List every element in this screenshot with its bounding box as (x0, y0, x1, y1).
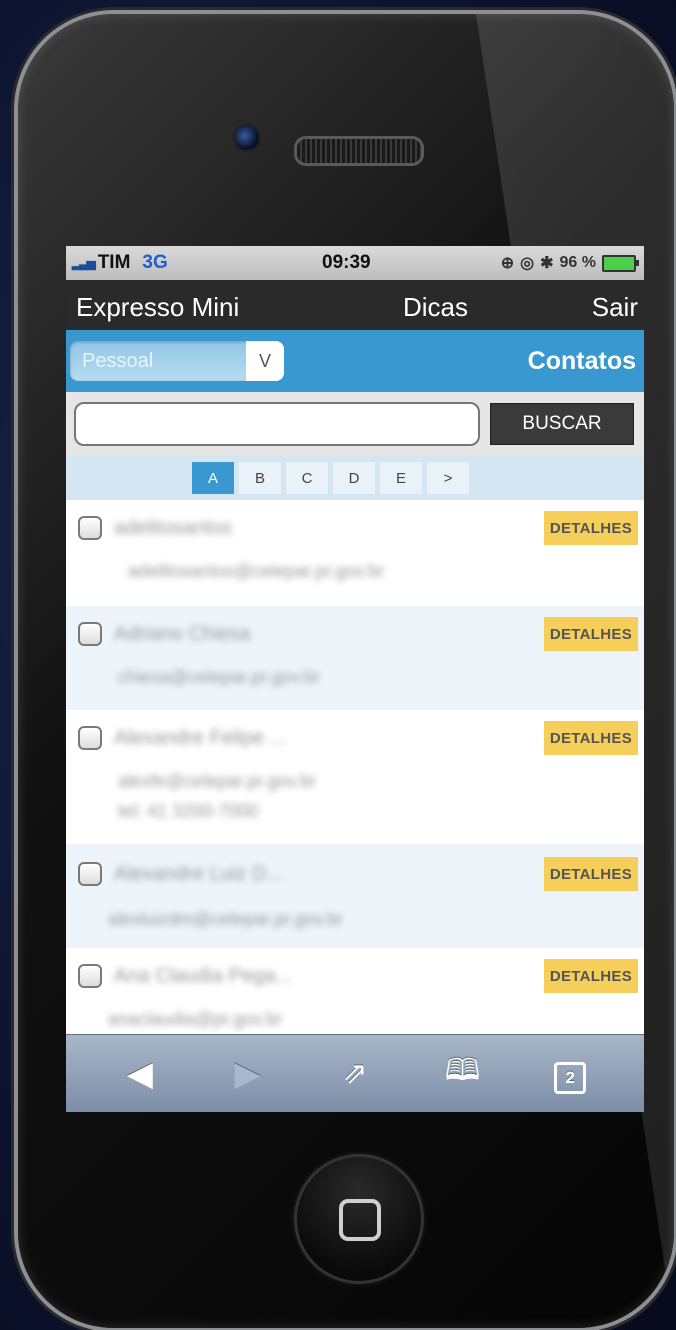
clock: 09:39 (322, 252, 371, 273)
bookmarks-icon[interactable]: 🕮 (433, 1048, 493, 1099)
contact-row: Alexandre Luiz D... DETALHES alexluizdm@… (66, 844, 644, 948)
contact-row: adelitosantos DETALHES adelitosantos@cel… (66, 500, 644, 606)
letter-tab-c[interactable]: C (286, 462, 328, 494)
alarm-icon: ◎ (520, 255, 535, 272)
contact-name: Alexandre Luiz D... (114, 862, 283, 885)
earpiece-speaker (294, 136, 424, 166)
tabs-count: 2 (554, 1062, 587, 1094)
back-arrow-icon[interactable]: ◀ (110, 1054, 170, 1094)
search-input[interactable] (74, 402, 480, 446)
bluetooth-icon: ✱ (540, 255, 554, 272)
contact-name: adelitosantos (114, 516, 232, 539)
contact-email: anaclaudia@pr.gov.br (108, 1009, 283, 1029)
section-title: Contatos (527, 346, 636, 375)
details-button[interactable]: DETALHES (543, 721, 638, 755)
details-button[interactable]: DETALHES (543, 617, 638, 651)
browser-toolbar: ◀ ▶ ⇗ 🕮 2 (66, 1034, 644, 1112)
catalog-select-value: Pessoal (82, 349, 154, 372)
letter-tab-next[interactable]: > (427, 462, 469, 494)
network-label: 3G (142, 252, 168, 273)
letter-tab-e[interactable]: E (380, 462, 422, 494)
contact-checkbox[interactable] (78, 862, 102, 886)
catalog-select[interactable]: Pessoal V (70, 341, 284, 381)
tips-link[interactable]: Dicas (403, 288, 468, 323)
status-bar: ▂▃▅ TIM 3G 09:39 ⊕ ◎ ✱ 96 % (66, 246, 644, 280)
letter-tab-b[interactable]: B (239, 462, 281, 494)
app-title[interactable]: Expresso Mini (76, 288, 239, 323)
contact-list: adelitosantos DETALHES adelitosantos@cel… (66, 500, 644, 1038)
contact-row: Adriano Chiesa DETALHES chiesa@celepar.p… (66, 606, 644, 710)
battery-icon (602, 254, 639, 272)
contact-name: Alexandre Felipe ... (114, 726, 287, 749)
search-bar: BUSCAR (66, 392, 644, 456)
tabs-icon[interactable]: 2 (540, 1053, 600, 1094)
home-square-icon (339, 1199, 381, 1241)
carrier-label: TIM (97, 252, 131, 273)
contact-checkbox[interactable] (78, 964, 102, 988)
contact-email: alexfe@celepar.pr.gov.br (118, 771, 317, 791)
letter-tab-d[interactable]: D (333, 462, 375, 494)
details-button[interactable]: DETALHES (543, 857, 638, 891)
rotation-lock-icon: ⊕ (500, 255, 515, 272)
contact-email: alexluizdm@celepar.pr.gov.br (108, 909, 344, 929)
app-nav-bar: Expresso Mini Dicas Sair (66, 280, 644, 330)
battery-percent: 96 % (559, 254, 596, 271)
contact-phone: tel: 41 3200-7000 (118, 801, 259, 821)
contact-checkbox[interactable] (78, 622, 102, 646)
contact-checkbox[interactable] (78, 516, 102, 540)
home-button[interactable] (294, 1154, 424, 1284)
status-icons: ⊕ ◎ ✱ 96 % (500, 253, 639, 273)
search-button[interactable]: BUSCAR (490, 403, 634, 445)
details-button[interactable]: DETALHES (543, 511, 638, 545)
phone-screen: ▂▃▅ TIM 3G 09:39 ⊕ ◎ ✱ 96 % Expresso Min… (66, 246, 644, 1112)
letter-pager: A B C D E > (66, 456, 644, 500)
letter-tab-a[interactable]: A (192, 462, 234, 494)
phone-frame: ▂▃▅ TIM 3G 09:39 ⊕ ◎ ✱ 96 % Expresso Min… (18, 14, 674, 1328)
contact-email: chiesa@celepar.pr.gov.br (118, 667, 321, 687)
front-camera (233, 124, 261, 152)
share-icon[interactable]: ⇗ (325, 1056, 385, 1091)
contact-row: Ana Claudia Pega... DETALHES anaclaudia@… (66, 948, 644, 1038)
logout-link[interactable]: Sair (592, 288, 638, 323)
forward-arrow-icon[interactable]: ▶ (217, 1054, 277, 1094)
contact-name: Ana Claudia Pega... (114, 964, 292, 987)
details-button[interactable]: DETALHES (543, 959, 638, 993)
contact-checkbox[interactable] (78, 726, 102, 750)
contact-name: Adriano Chiesa (114, 622, 251, 645)
signal-icon: ▂▃▅ (72, 256, 96, 270)
chevron-down-icon[interactable]: V (246, 341, 284, 381)
contact-row: Alexandre Felipe ... DETALHES alexfe@cel… (66, 710, 644, 844)
category-bar: Pessoal V Contatos (66, 330, 644, 392)
contact-email: adelitosantos@celepar.pr.gov.br (128, 561, 385, 581)
